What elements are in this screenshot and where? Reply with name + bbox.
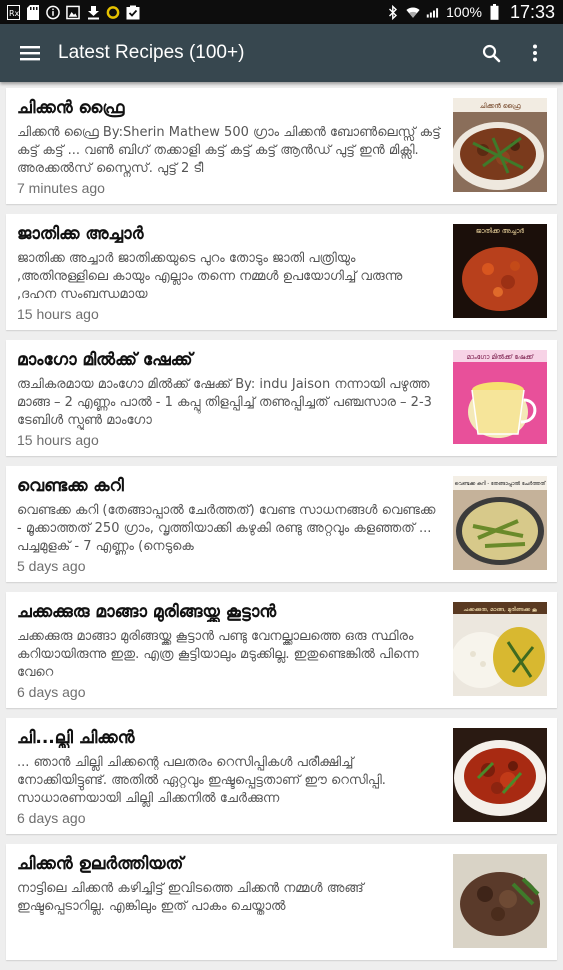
recipe-time: 5 days ago [17,558,86,574]
recipe-snippet: വെണ്ടക്ക കറി (തേങ്ങാപ്പാൽ ചേർത്തത്) വേണ്… [17,503,436,554]
recipe-title: ചിക്കൻ ഉലർത്തിയത് [17,854,184,874]
search-button[interactable] [469,24,513,82]
battery-icon [488,4,502,20]
menu-icon [20,46,40,61]
svg-text:Rx: Rx [9,9,20,18]
recipe-card[interactable]: ജാതിക്ക അച്ചാർ ജാതിക്ക അച്ചാർ ജാതിക്കയുട… [6,214,557,330]
recipe-thumbnail: ചക്കക്കുരു, മാങ്ങ, മുരിങ്ങക്ക കൂ [453,602,547,696]
clock: 17:33 [509,1,555,22]
recipe-snippet: ചക്കക്കുരു മാങ്ങാ മുരിങ്ങയ്ക്ക കൂട്ടാൻ പ… [17,629,419,680]
recipe-title: ജാതിക്ക അച്ചാർ [17,224,144,244]
signal-icon [426,5,440,20]
download-icon [86,5,100,20]
recipe-list: ചിക്കൻ ഫ്രൈ ചിക്കൻ ഫ്രൈ By:Sherin Mathew… [6,88,557,970]
sd-card-icon [26,4,40,20]
recipe-card[interactable]: ചക്കക്കുരു മാങ്ങാ മുരിങ്ങയ്ക്ക കൂട്ടാൻ ച… [6,592,557,708]
recipe-snippet: ... ഞാൻ ചില്ലി ചിക്കന്റെ പലതരം റെസിപ്പിക… [17,755,386,806]
battery-percent: 100% [446,4,482,20]
ring-notification-icon [106,5,120,20]
recipe-snippet: ജാതിക്ക അച്ചാർ ജാതിക്കയുടെ പുറം തോടും ജാ… [17,251,403,302]
recipe-thumbnail [453,728,547,822]
wifi-icon [406,5,420,20]
recipe-card[interactable]: വെണ്ടക്ക കറി വെണ്ടക്ക കറി (തേങ്ങാപ്പാൽ ച… [6,466,557,582]
overflow-menu-button[interactable] [513,24,557,82]
recipe-thumbnail [453,854,547,948]
recipe-time: 15 hours ago [17,306,99,322]
recipe-title: മാംഗോ മിൽക്ക് ഷേക്ക് [17,350,193,370]
rx-notification-icon: Rx [6,4,20,20]
navigation-menu-button[interactable] [2,24,58,82]
recipe-time: 6 days ago [17,684,86,700]
recipe-thumbnail: ചിക്കൻ ഫ്രൈ [453,98,547,192]
recipe-title: ചി...ല്ലി ചിക്കൻ [17,728,135,748]
recipe-thumbnail: മാംഗോ മിൽക്ക് ഷേക്ക് [453,350,547,444]
bluetooth-icon [386,4,400,20]
recipe-snippet: രുചികരമായ മാംഗോ മിൽക്ക് ഷേക്ക് By: indu … [17,377,432,428]
more-vert-icon [533,44,537,62]
app-bar: Latest Recipes (100+) [0,24,563,82]
recipe-thumbnail: ജാതിക്ക അച്ചാർ [453,224,547,318]
recipe-thumbnail: വെണ്ടക്ക കറി - തേങ്ങാപ്പാൽ ചേർത്തത് [453,476,547,570]
recipe-snippet: നാട്ടിലെ ചിക്കൻ കഴിച്ചിട്ട് ഇവിടത്തെ ചിക… [17,881,364,914]
recipe-card[interactable]: ചി...ല്ലി ചിക്കൻ ... ഞാൻ ചില്ലി ചിക്കന്റ… [6,718,557,834]
recipe-title: വെണ്ടക്ക കറി [17,476,124,496]
recipe-time: 7 minutes ago [17,180,105,196]
search-icon [482,44,500,62]
info-icon [46,5,60,20]
thumbnail-caption: ജാതിക്ക അച്ചാർ [476,227,525,235]
recipe-card[interactable]: ചിക്കൻ ഫ്രൈ ചിക്കൻ ഫ്രൈ By:Sherin Mathew… [6,88,557,204]
recipe-snippet: ചിക്കൻ ഫ്രൈ By:Sherin Mathew 500 ഗ്രാം ച… [17,125,441,176]
recipe-card[interactable]: മാംഗോ മിൽക്ക് ഷേക്ക് രുചികരമായ മാംഗോ മിൽ… [6,340,557,456]
notification-icons: Rx [6,4,140,20]
system-status: 100% 17:33 [386,2,555,23]
thumbnail-caption: ചിക്കൻ ഫ്രൈ [480,102,521,110]
recipe-title: ചക്കക്കുരു മാങ്ങാ മുരിങ്ങയ്ക്ക കൂട്ടാൻ [17,602,277,622]
page-title: Latest Recipes (100+) [58,42,245,63]
image-icon [66,5,80,20]
checked-clipboard-icon [126,5,140,20]
status-bar: Rx 100% 17:33 [0,0,563,24]
thumbnail-caption: ചക്കക്കുരു, മാങ്ങ, മുരിങ്ങക്ക കൂ [463,606,537,613]
recipe-time: 15 hours ago [17,432,99,448]
recipe-time: 6 days ago [17,810,86,826]
thumbnail-caption: മാംഗോ മിൽക്ക് ഷേക്ക് [467,353,535,361]
thumbnail-caption: വെണ്ടക്ക കറി - തേങ്ങാപ്പാൽ ചേർത്തത് [455,480,547,488]
recipe-title: ചിക്കൻ ഫ്രൈ [17,98,125,118]
recipe-card[interactable]: ചിക്കൻ ഉലർത്തിയത് നാട്ടിലെ ചിക്കൻ കഴിച്ച… [6,844,557,960]
